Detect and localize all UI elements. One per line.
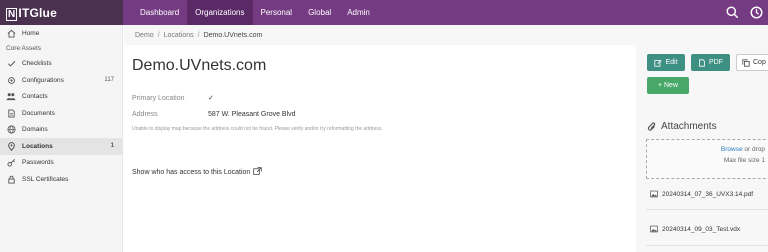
address-value: 587 W. Pleasant Grove Blvd [208, 111, 296, 118]
breadcrumb: Demo / Locations / Demo.UVnets.com [124, 25, 636, 45]
sidebar-item-ssl-certificates[interactable]: SSL Certificates [0, 171, 122, 188]
attachments-title: Attachments [661, 121, 717, 132]
sidebar-item-contacts[interactable]: Contacts [0, 89, 122, 106]
image-file-icon [650, 190, 658, 198]
pdf-button[interactable]: PDF [691, 54, 730, 71]
copy-icon [742, 58, 750, 67]
primary-location-check-icon: ✓ [208, 95, 214, 102]
sidebar-item-label: Locations [22, 142, 53, 150]
divider [646, 209, 768, 210]
sidebar-section-core-assets: Core Assets [6, 45, 42, 52]
address-row: Address 587 W. Pleasant Grove Blvd [132, 111, 296, 118]
sidebar-item-passwords[interactable]: Passwords [0, 155, 122, 172]
nav-organizations[interactable]: Organizations [187, 0, 253, 25]
copy-label: Cop [753, 59, 766, 66]
edit-label: Edit [665, 59, 678, 66]
breadcrumb-section[interactable]: Locations [164, 32, 194, 39]
sidebar-item-checklists[interactable]: Checklists [0, 56, 122, 73]
or-drop-text: or drop [744, 146, 765, 153]
sidebar-item-label: Passwords [22, 159, 54, 167]
sidebar-item-locations[interactable]: Locations 1 [0, 138, 122, 155]
sidebar-item-label: Configurations [22, 76, 64, 84]
primary-location-row: Primary Location ✓ [132, 94, 214, 103]
lock-icon [6, 174, 16, 184]
nav-global[interactable]: Global [300, 0, 339, 25]
clock-icon[interactable] [744, 0, 768, 25]
edit-button[interactable]: Edit [647, 54, 685, 71]
address-label: Address [132, 111, 158, 118]
sidebar: Home Core Assets Checklists Configuratio… [0, 25, 123, 252]
location-pin-icon [6, 141, 16, 151]
sidebar-item-label: Home [22, 29, 40, 37]
contacts-icon [6, 92, 16, 102]
paperclip-icon [647, 122, 656, 131]
page-title: Demo.UVnets.com [132, 57, 267, 74]
nav-admin[interactable]: Admin [339, 0, 378, 25]
sidebar-item-label: Contacts [22, 93, 48, 101]
attachment-filename: 20240314_07_36_UVX3.14.pdf [662, 190, 754, 198]
nav-personal[interactable]: Personal [253, 0, 301, 25]
nav-dashboard[interactable]: Dashboard [132, 0, 187, 25]
new-button[interactable]: + New [647, 77, 689, 94]
sidebar-item-count: 1 [110, 143, 114, 150]
right-panel: Edit PDF Cop + New Attachments Browse or… [636, 25, 768, 252]
edit-icon [654, 59, 662, 67]
main-content: Demo / Locations / Demo.UVnets.com Demo.… [124, 25, 636, 252]
attachment-item[interactable]: 20240314_07_36_UVX3.14.pdf [650, 190, 753, 198]
primary-location-label: Primary Location [132, 94, 185, 102]
image-file-icon [650, 225, 658, 233]
pdf-label: PDF [709, 59, 723, 66]
browse-link[interactable]: Browse [721, 146, 743, 153]
document-icon [6, 108, 16, 118]
sidebar-item-domains[interactable]: Domains [0, 122, 122, 139]
attachment-item[interactable]: 20240314_09_03_Test.vdx [650, 225, 740, 233]
search-icon[interactable] [720, 0, 744, 25]
sidebar-item-label: Documents [22, 109, 55, 117]
pdf-file-icon [699, 58, 705, 67]
sidebar-item-home[interactable]: Home [0, 25, 122, 42]
max-file-size-text: Max file size 1 [723, 157, 765, 164]
show-access-label: Show who has access to this Location [132, 168, 251, 176]
brand-logo[interactable]: N ITGlue [0, 0, 123, 25]
sidebar-item-count: 117 [104, 77, 114, 84]
top-navbar: N ITGlue Dashboard Organizations Personal… [0, 0, 768, 25]
sidebar-item-label: SSL Certificates [22, 175, 69, 183]
divider [646, 245, 768, 246]
copy-button[interactable]: Cop [736, 54, 768, 71]
sidebar-item-label: Domains [22, 126, 48, 134]
gear-icon [6, 75, 16, 85]
attachment-filename: 20240314_09_03_Test.vdx [662, 225, 741, 233]
home-icon [6, 28, 16, 38]
sidebar-item-label: Checklists [22, 60, 52, 68]
check-icon [6, 59, 16, 69]
attachments-heading: Attachments [647, 121, 717, 132]
external-link-icon [250, 167, 263, 177]
breadcrumb-org[interactable]: Demo [135, 32, 154, 39]
globe-icon [6, 125, 16, 135]
map-error-message: Unable to display map because the addres… [132, 126, 383, 132]
sidebar-item-documents[interactable]: Documents [0, 105, 122, 122]
sidebar-item-configurations[interactable]: Configurations 117 [0, 72, 122, 89]
file-dropzone[interactable]: Browse or drop Max file size 1 [646, 139, 768, 179]
brand-name: ITGlue [18, 5, 57, 20]
main-nav: Dashboard Organizations Personal Global … [132, 0, 378, 25]
breadcrumb-current: Demo.UVnets.com [203, 31, 263, 39]
show-access-link[interactable]: Show who has access to this Location [132, 167, 263, 177]
key-icon [6, 158, 16, 168]
